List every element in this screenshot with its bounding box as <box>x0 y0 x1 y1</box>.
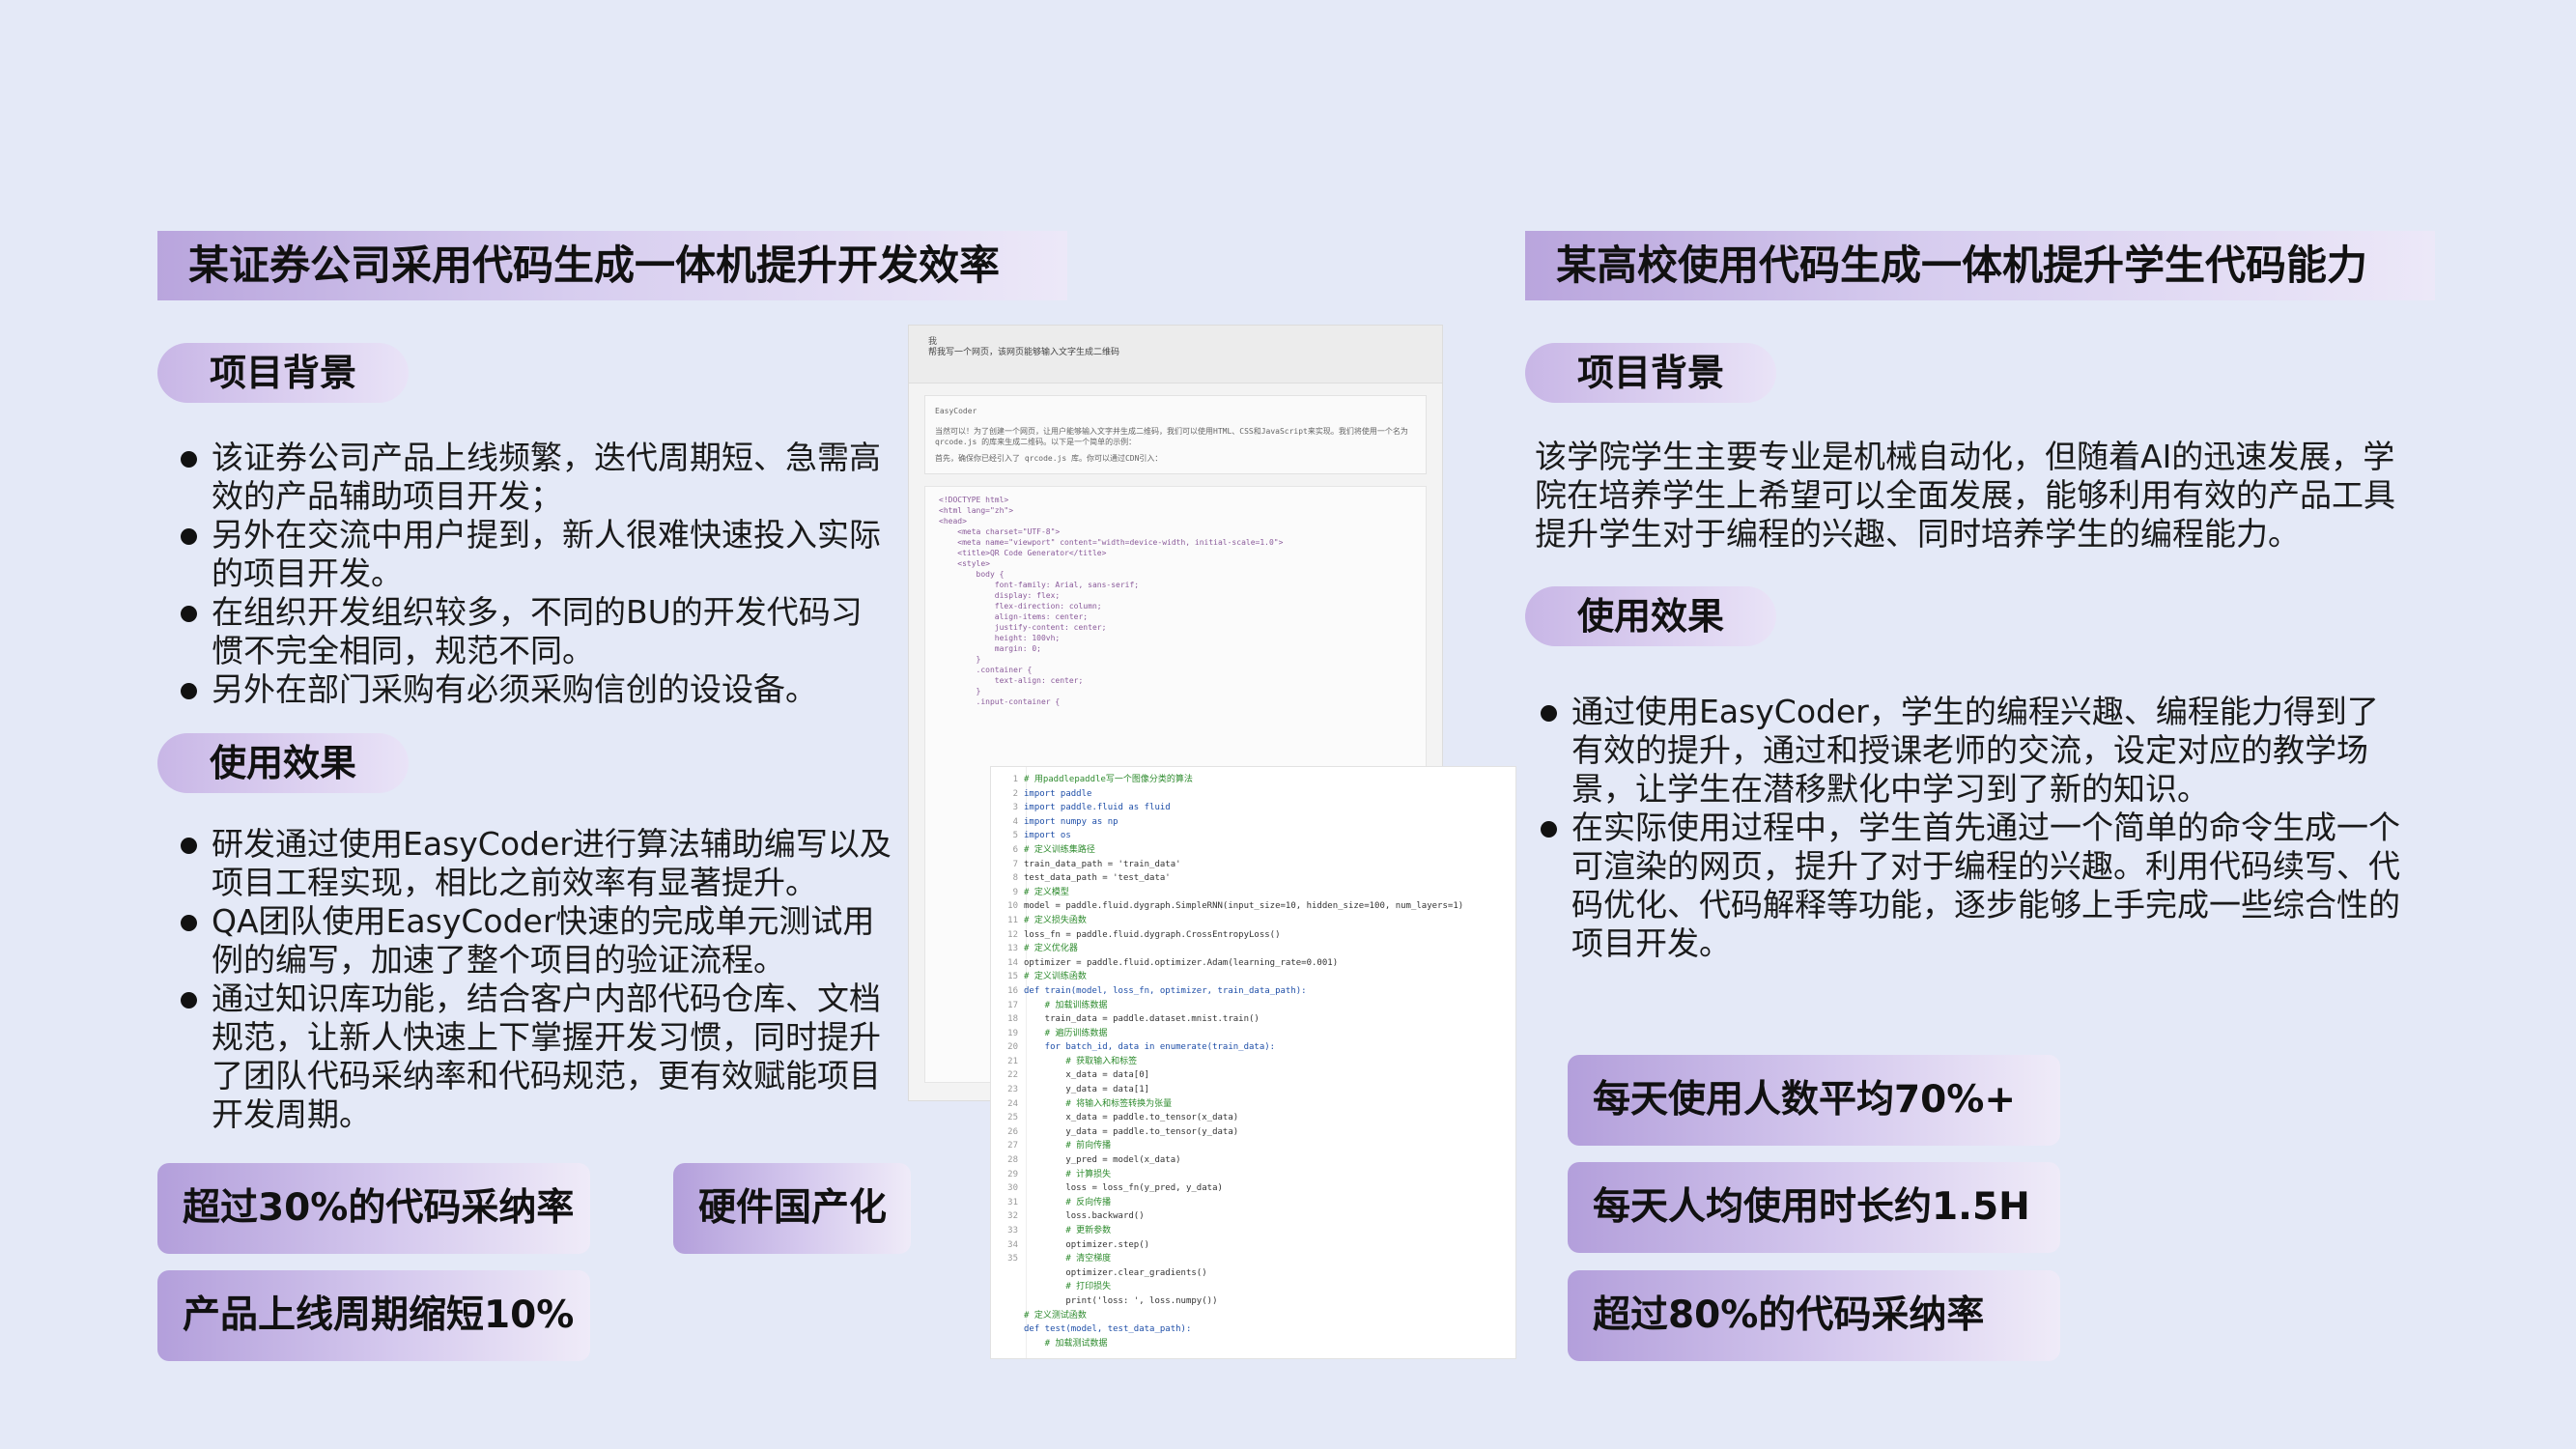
list-item: 该证券公司产品上线频繁，迭代周期短、急需高效的产品辅助项目开发； <box>177 439 882 516</box>
code-line: # 定义测试函数 <box>1024 1310 1087 1321</box>
code-line: for batch_id, data in enumerate(train_da… <box>1024 1042 1276 1053</box>
code-line: optimizer = paddle.fluid.optimizer.Adam(… <box>1024 957 1339 968</box>
line-numbers: 1 2 3 4 5 6 7 8 9 10 11 12 13 14 15 16 1… <box>1007 775 1018 1264</box>
code-line: # 加载训练数据 <box>1024 1000 1108 1010</box>
python-code: # 用paddlepaddle写一个图像分类的算法 import paddle im… <box>1024 773 1463 1350</box>
right-effect-list: 通过使用EasyCoder，学生的编程兴趣、编程能力得到了有效的提升，通过和授课… <box>1537 693 2406 963</box>
left-case-title: 某证券公司采用代码生成一体机提升开发效率 <box>157 231 1067 300</box>
code-line: def test(model, test_data_path): <box>1024 1324 1192 1335</box>
code-line: model = paddle.fluid.dygraph.SimpleRNN(i… <box>1024 901 1464 912</box>
code-line: y_data = data[1] <box>1024 1085 1150 1095</box>
right-case-title: 某高校使用代码生成一体机提升学生代码能力 <box>1525 231 2435 300</box>
left-background-list: 该证券公司产品上线频繁，迭代周期短、急需高效的产品辅助项目开发； 另外在交流中用… <box>177 439 882 709</box>
code-line: # 定义训练集路径 <box>1024 844 1095 855</box>
code-line: # 定义训练函数 <box>1024 972 1087 982</box>
list-item: 通过使用EasyCoder，学生的编程兴趣、编程能力得到了有效的提升，通过和授课… <box>1537 693 2406 809</box>
user-name: 我 <box>928 337 938 347</box>
list-item: 研发通过使用EasyCoder进行算法辅助编写以及项目工程实现，相比之前效率有显… <box>177 825 896 902</box>
code-line: loss_fn = paddle.fluid.dygraph.CrossEntr… <box>1024 929 1281 940</box>
assistant-message: EasyCoder 当然可以！为了创建一个网页，让用户能够输入文字并生成二维码，… <box>924 395 1427 474</box>
code-line: loss.backward() <box>1024 1211 1145 1222</box>
code-line: # 定义损失函数 <box>1024 915 1087 925</box>
code-line: train_data_path = 'train_data' <box>1024 859 1181 869</box>
left-effect-list: 研发通过使用EasyCoder进行算法辅助编写以及项目工程实现，相比之前效率有显… <box>177 825 896 1134</box>
stat-code-adoption: 超过30%的代码采纳率 <box>157 1163 590 1254</box>
left-effect-label: 使用效果 <box>157 733 409 793</box>
list-item: 在实际使用过程中，学生首先通过一个简单的命令生成一个可渲染的网页，提升了对于编程… <box>1537 809 2406 963</box>
code-line: y_data = paddle.to_tensor(y_data) <box>1024 1126 1239 1137</box>
code-line: optimizer.step() <box>1024 1239 1150 1250</box>
stat-daily-users: 每天使用人数平均70%+ <box>1568 1055 2060 1146</box>
list-item: QA团队使用EasyCoder快速的完成单元测试用例的编写，加速了整个项目的验证… <box>177 902 896 980</box>
code-line: x_data = data[0] <box>1024 1070 1150 1081</box>
code-line: # 前向传播 <box>1024 1141 1112 1151</box>
python-code-screenshot: 1 2 3 4 5 6 7 8 9 10 11 12 13 14 15 16 1… <box>990 766 1516 1359</box>
stat-hardware-localization: 硬件国产化 <box>673 1163 911 1254</box>
code-line: # 将输入和标签转换为张量 <box>1024 1098 1173 1109</box>
assistant-name: EasyCoder <box>935 407 977 415</box>
code-line: # 更新参数 <box>1024 1226 1112 1236</box>
code-line: # 反向传播 <box>1024 1197 1112 1208</box>
code-line: # 加载测试数据 <box>1024 1338 1108 1349</box>
assistant-reply: 当然可以！为了创建一个网页，让用户能够输入文字并生成二维码，我们可以使用HTML… <box>935 427 1408 446</box>
code-line: # 遍历训练数据 <box>1024 1028 1108 1038</box>
code-line: # 获取输入和标签 <box>1024 1056 1138 1066</box>
code-line: print('loss: ', loss.numpy()) <box>1024 1295 1218 1306</box>
list-item: 通过知识库功能，结合客户内部代码仓库、文档规范，让新人快速上下掌握开发习惯，同时… <box>177 980 896 1134</box>
right-background-text: 该学院学生主要专业是机械自动化，但随着AI的迅速发展，学院在培养学生上希望可以全… <box>1535 438 2395 553</box>
code-line: def train(model, loss_fn, optimizer, tra… <box>1024 985 1307 996</box>
code-line: # 计算损失 <box>1024 1169 1112 1179</box>
code-line: train_data = paddle.dataset.mnist.train(… <box>1024 1014 1260 1025</box>
code-line: import paddle <box>1024 788 1092 799</box>
user-prompt: 帮我写一个网页，该网页能够输入文字生成二维码 <box>928 348 1120 357</box>
code-line: x_data = paddle.to_tensor(x_data) <box>1024 1113 1239 1123</box>
code-line: # 清空梯度 <box>1024 1254 1112 1264</box>
code-line: import os <box>1024 831 1071 841</box>
code-line: import paddle.fluid as fluid <box>1024 803 1171 813</box>
right-background-label: 项目背景 <box>1525 343 1776 403</box>
list-item: 在组织开发组织较多，不同的BU的开发代码习惯不完全相同，规范不同。 <box>177 593 882 670</box>
right-effect-label: 使用效果 <box>1525 586 1776 646</box>
code-line: # 打印损失 <box>1024 1282 1112 1293</box>
left-background-label: 项目背景 <box>157 343 409 403</box>
code-line: optimizer.clear_gradients() <box>1024 1267 1207 1278</box>
code-line: y_pred = model(x_data) <box>1024 1155 1181 1166</box>
html-code: <!DOCTYPE html> <html lang="zh"> <head> … <box>939 496 1284 706</box>
stat-right-code-adoption: 超过80%的代码采纳率 <box>1568 1270 2060 1361</box>
code-line: test_data_path = 'test_data' <box>1024 873 1171 884</box>
chat-user-message: 我 帮我写一个网页，该网页能够输入文字生成二维码 <box>909 326 1442 384</box>
list-item: 另外在交流中用户提到，新人很难快速投入实际的项目开发。 <box>177 516 882 593</box>
code-line: loss = loss_fn(y_pred, y_data) <box>1024 1183 1223 1194</box>
stat-release-cycle: 产品上线周期缩短10% <box>157 1270 590 1361</box>
code-line: # 定义优化器 <box>1024 944 1078 954</box>
list-item: 另外在部门采购有必须采购信创的设设备。 <box>177 670 882 709</box>
code-line: # 用paddlepaddle写一个图像分类的算法 <box>1024 775 1193 784</box>
code-line: import numpy as np <box>1024 816 1118 827</box>
code-line: # 定义模型 <box>1024 887 1069 897</box>
stat-daily-usage-time: 每天人均使用时长约1.5H <box>1568 1162 2060 1253</box>
assistant-reply-2: 首先，确保你已经引入了 qrcode.js 库。你可以通过CDN引入： <box>935 454 1163 463</box>
